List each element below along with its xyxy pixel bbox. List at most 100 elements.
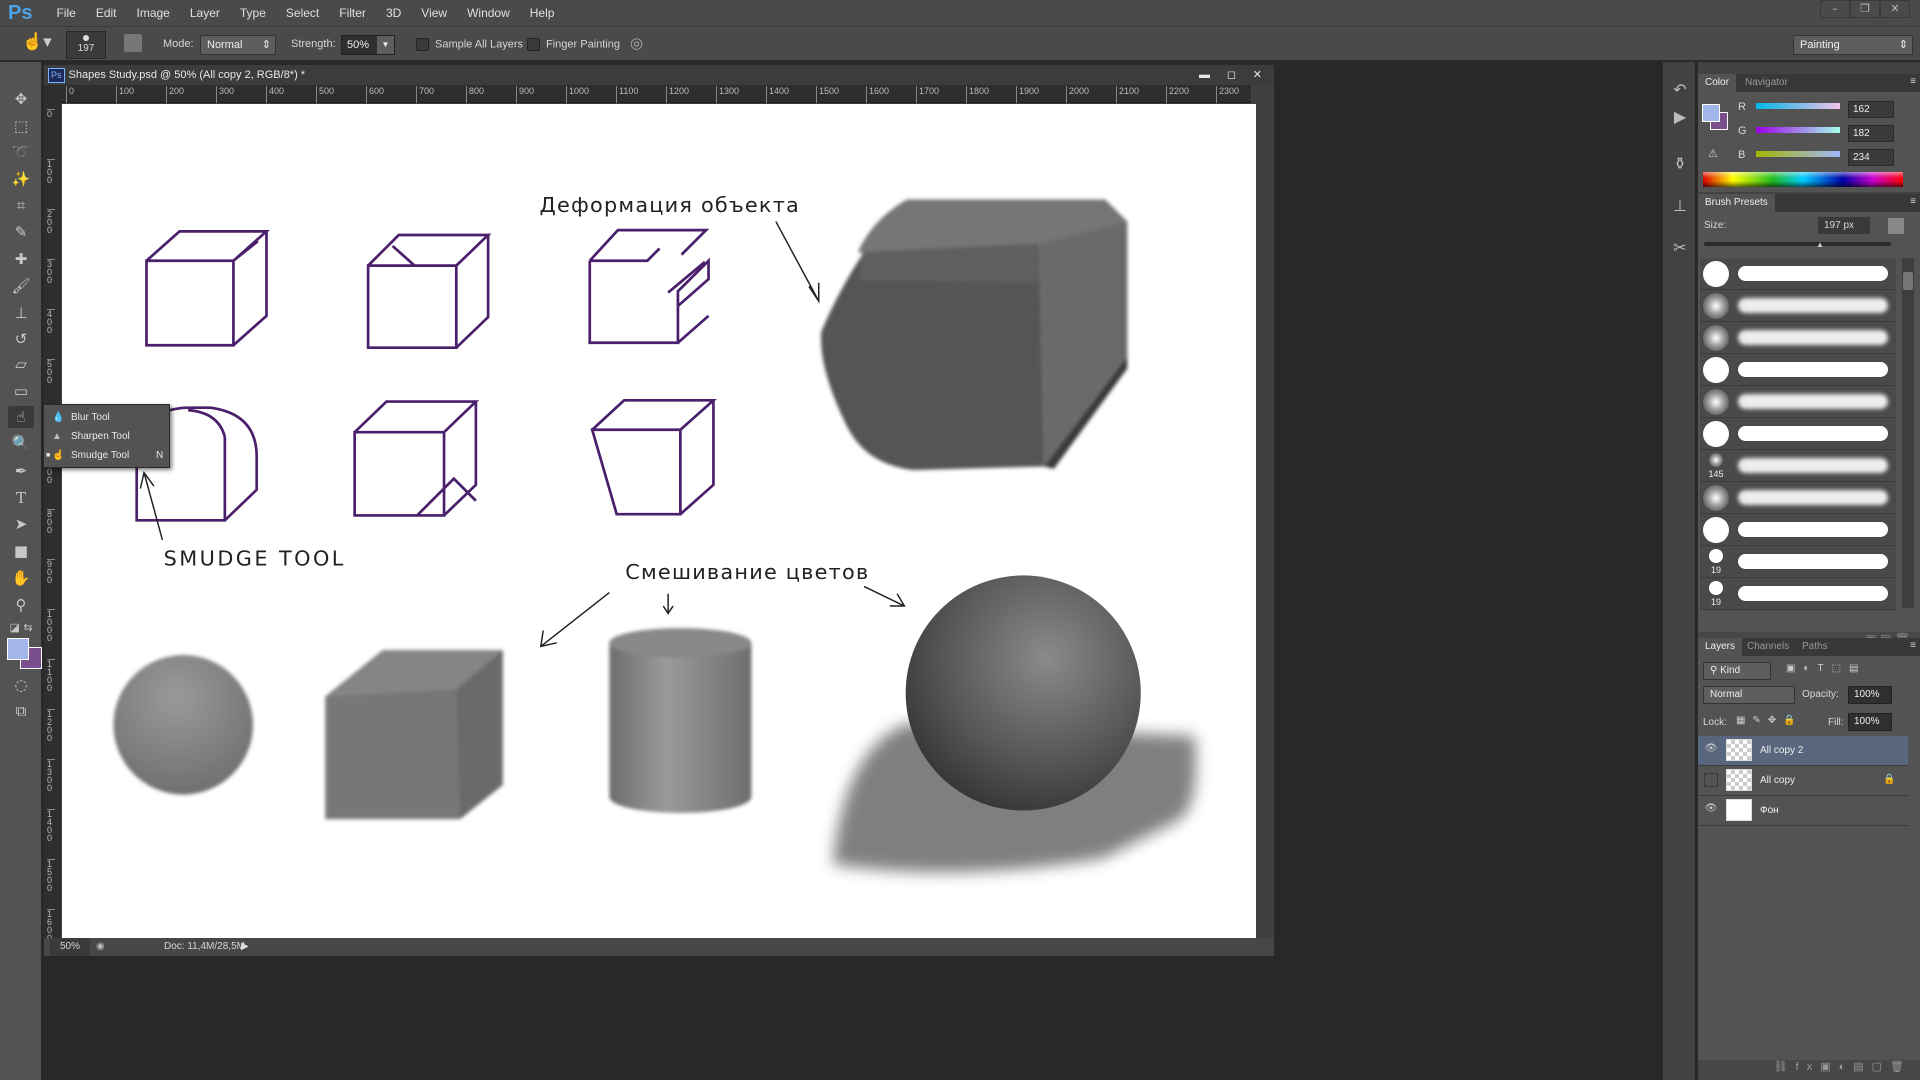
brush-preset-item[interactable]: 19 [1700, 578, 1896, 610]
menu-edit[interactable]: Edit [86, 6, 127, 20]
brush-preset-item[interactable] [1700, 290, 1896, 322]
size-value[interactable]: 197 px [1818, 217, 1870, 234]
layer-name[interactable]: All copy 2 [1760, 745, 1803, 756]
restore-button[interactable]: ❐ [1850, 0, 1880, 18]
horizontal-ruler[interactable]: 0 100 200 300 400 500 600 700 800 900 1000 1100 1200… [61, 85, 1251, 103]
tool-presets-icon[interactable]: ✂ [1668, 238, 1692, 257]
brush-preset-item[interactable] [1700, 386, 1896, 418]
eyedropper-icon[interactable]: ✎ [8, 221, 34, 243]
menu-type[interactable]: Type [230, 6, 276, 20]
screen-mode-icon[interactable]: ⧉ [8, 700, 34, 722]
layer-name[interactable]: Фон [1760, 805, 1779, 816]
menu-3d[interactable]: 3D [376, 6, 411, 20]
workspace-select[interactable]: Painting ⇕ [1793, 35, 1913, 55]
flyout-item-sharpen[interactable]: ▲ Sharpen Tool [44, 427, 169, 446]
document-tab[interactable]: Ps Shapes Study.psd @ 50% (All copy 2, RG… [44, 65, 1274, 85]
finger-painting-checkbox[interactable]: Finger Painting [527, 38, 620, 51]
doc-close-button[interactable]: ✕ [1253, 65, 1262, 85]
flyout-item-blur[interactable]: 💧 Blur Tool [44, 408, 169, 427]
move-tool-icon[interactable]: ✥ [8, 88, 34, 110]
visibility-eye-icon[interactable]: 👁 [1704, 743, 1718, 757]
clone-stamp-icon[interactable]: ⊥ [8, 302, 34, 324]
zoom-tool-icon[interactable]: ⚲ [8, 594, 34, 616]
mode-select[interactable]: Normal ⇕ [200, 35, 276, 55]
brush-preset-item[interactable] [1700, 258, 1896, 290]
panel-menu-icon[interactable]: ≡ [1910, 76, 1916, 87]
minimize-button[interactable]: – [1820, 0, 1850, 18]
g-slider[interactable] [1756, 127, 1840, 133]
actions-panel-icon[interactable]: ▶ [1668, 107, 1692, 126]
slider-thumb-icon[interactable]: ▲ [1816, 240, 1824, 249]
b-slider[interactable] [1756, 151, 1840, 157]
color-spectrum[interactable] [1703, 172, 1903, 187]
menu-window[interactable]: Window [457, 6, 520, 20]
layer-row[interactable]: 👁 Фон [1698, 796, 1908, 826]
layer-row[interactable]: All copy 🔒 [1698, 766, 1908, 796]
eraser-icon[interactable]: ▱ [8, 353, 34, 375]
canvas[interactable]: Деформация объекта SMUDGE TOOL Смешивани… [62, 104, 1256, 938]
rectangle-tool-icon[interactable]: ■ [8, 540, 34, 562]
zoom-level[interactable]: 50% [50, 938, 90, 956]
menu-filter[interactable]: Filter [329, 6, 376, 20]
brush-preset-item[interactable] [1700, 418, 1896, 450]
menu-view[interactable]: View [411, 6, 457, 20]
quick-mask-icon[interactable]: ◌ [8, 674, 34, 696]
swap-colors-icon[interactable]: ◪ ⇆ [8, 617, 34, 639]
tab-paths[interactable]: Paths [1795, 638, 1835, 656]
brush-tool-icon[interactable]: 🖌 [8, 275, 34, 297]
marquee-tool-icon[interactable]: ⬚ [8, 115, 34, 137]
fill-input[interactable]: 100% [1848, 713, 1892, 731]
tab-navigator[interactable]: Navigator [1738, 74, 1795, 92]
tab-layers[interactable]: Layers [1698, 638, 1743, 656]
smudge-tool-preset-icon[interactable]: ☝▾ [22, 32, 52, 52]
lasso-tool-icon[interactable]: ➰ [8, 141, 34, 163]
flyout-item-smudge[interactable]: ■ ☝ Smudge Tool N [44, 446, 169, 465]
brush-preset-item[interactable] [1700, 482, 1896, 514]
brush-preset-item[interactable]: 19 [1700, 546, 1896, 578]
panel-foreground-swatch[interactable] [1702, 104, 1720, 122]
strength-input[interactable]: 50% ▼ [341, 35, 395, 55]
history-brush-icon[interactable]: ↺ [8, 328, 34, 350]
pen-tool-icon[interactable]: ✒ [8, 460, 34, 482]
doc-maximize-button[interactable]: ◻ [1227, 65, 1236, 85]
visibility-eye-icon[interactable]: 👁 [1704, 803, 1718, 817]
tab-color[interactable]: Color [1698, 74, 1736, 92]
vertical-ruler[interactable]: 0100200300400500600700800900100011001200… [44, 103, 61, 943]
doc-minimize-button[interactable]: ▬ [1199, 65, 1210, 85]
status-info-icon[interactable]: ◉ [96, 938, 105, 956]
brush-preset-item[interactable] [1700, 354, 1896, 386]
history-panel-icon[interactable]: ↶ [1668, 80, 1692, 99]
path-selection-icon[interactable]: ➤ [8, 513, 34, 535]
crop-tool-icon[interactable]: ⌗ [8, 194, 34, 216]
tab-brush-presets[interactable]: Brush Presets [1698, 194, 1775, 212]
brush-panel-icon[interactable]: ⚱ [1668, 154, 1692, 173]
brush-scrollbar[interactable] [1902, 258, 1914, 608]
close-button[interactable]: ✕ [1880, 0, 1910, 18]
visibility-eye-icon[interactable] [1704, 773, 1718, 787]
lock-icons[interactable]: ▦✎✥🔒 [1736, 715, 1803, 726]
hand-tool-icon[interactable]: ✋ [8, 567, 34, 589]
brush-preset-picker[interactable]: 197 [66, 31, 106, 59]
brush-preset-item[interactable]: 145 [1700, 450, 1896, 482]
g-value[interactable]: 182 [1848, 125, 1894, 142]
tab-channels[interactable]: Channels [1740, 638, 1796, 656]
status-menu-arrow-icon[interactable]: ▶ [241, 938, 249, 956]
menu-file[interactable]: File [46, 6, 85, 20]
dodge-tool-icon[interactable]: 🔍 [8, 432, 34, 454]
r-value[interactable]: 162 [1848, 101, 1894, 118]
gamut-warning-icon[interactable]: ⚠ [1708, 147, 1718, 160]
layer-name[interactable]: All copy [1760, 775, 1795, 786]
menu-image[interactable]: Image [127, 6, 180, 20]
panel-menu-icon[interactable]: ≡ [1910, 640, 1916, 651]
smudge-tool-icon[interactable]: ☝ [8, 406, 34, 428]
clone-source-icon[interactable]: ⊥ [1668, 196, 1692, 215]
ruler-origin[interactable] [44, 85, 61, 103]
menu-select[interactable]: Select [276, 6, 329, 20]
blend-mode-select[interactable]: Normal [1703, 686, 1795, 704]
layer-filter-icons[interactable]: ▣◐T⬚▤ [1786, 663, 1867, 674]
scroll-thumb[interactable] [1903, 272, 1913, 290]
pressure-icon[interactable]: ◎ [630, 34, 643, 52]
sample-all-layers-checkbox[interactable]: Sample All Layers [416, 38, 523, 51]
foreground-color-swatch[interactable] [7, 638, 29, 660]
size-slider[interactable]: ▲ [1704, 240, 1891, 249]
